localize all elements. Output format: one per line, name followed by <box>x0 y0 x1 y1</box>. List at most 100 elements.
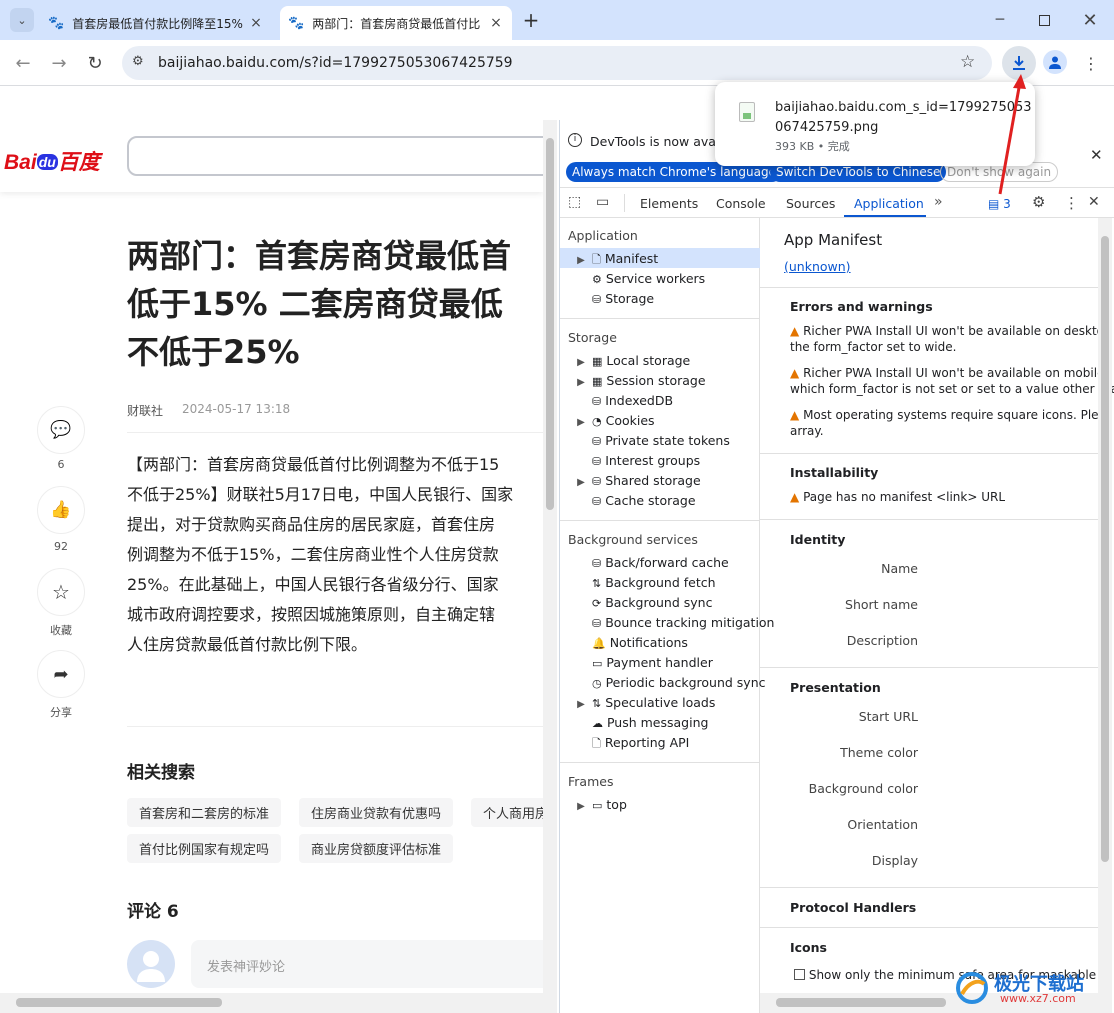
sidebar-item-label: Manifest <box>604 251 659 266</box>
sidebar-item-session-storage[interactable]: ▶ ▦ Session storage <box>574 373 705 388</box>
divider <box>560 762 760 763</box>
sidebar-item-push-messaging[interactable]: ☁ Push messaging <box>592 715 708 730</box>
page-horizontal-scrollbar[interactable] <box>0 993 557 1013</box>
scrollbar-thumb[interactable] <box>546 138 554 510</box>
arrows-icon: ⇅ <box>592 577 602 590</box>
related-chip[interactable]: 商业房贷额度评估标准 <box>299 834 454 863</box>
sidebar-item-interest-groups[interactable]: ⛁ Interest groups <box>592 453 700 468</box>
sidebar-item-storage[interactable]: ⛁ Storage <box>592 291 654 306</box>
field-name: Name <box>881 561 918 576</box>
sidebar-item-indexeddb[interactable]: ⛁ IndexedDB <box>592 393 673 408</box>
collect-button[interactable]: ☆ <box>37 568 85 616</box>
maximize-button[interactable] <box>1032 8 1056 32</box>
divider <box>760 927 1100 928</box>
close-icon[interactable]: ✕ <box>1090 146 1103 164</box>
divider <box>760 667 1100 668</box>
url-text[interactable]: baijiahao.baidu.com/s?id=179927505306742… <box>158 55 513 71</box>
sidebar-item-shared-storage[interactable]: ▶ ⛁ Shared storage <box>574 473 701 488</box>
presentation-header: Presentation <box>790 680 881 695</box>
close-window-button[interactable]: ✕ <box>1078 8 1102 32</box>
sidebar-item-notifications[interactable]: 🔔 Notifications <box>592 635 688 650</box>
bell-icon: 🔔 <box>592 637 606 650</box>
cloud-icon: ☁ <box>592 717 603 730</box>
comment-icon: 💬 <box>50 420 72 440</box>
sidebar-item-cookies[interactable]: ▶ ◔ Cookies <box>574 413 654 428</box>
field-background-color: Background color <box>808 781 918 796</box>
scrollbar-thumb[interactable] <box>16 998 222 1007</box>
more-tabs-icon[interactable]: » <box>934 194 943 210</box>
sidebar-item-payment-handler[interactable]: ▭ Payment handler <box>592 655 713 670</box>
icons-header: Icons <box>790 940 827 955</box>
sidebar-item-manifest[interactable]: ▶ 🗋 Manifest <box>574 251 658 270</box>
sidebar-item-background-fetch[interactable]: ⇅ Background fetch <box>592 575 716 590</box>
search-input[interactable] <box>127 136 543 176</box>
sidebar-item-reporting-api[interactable]: 🗋 Reporting API <box>592 735 689 754</box>
manifest-link[interactable]: (unknown) <box>784 259 851 274</box>
sidebar-item-service-workers[interactable]: ⚙ Service workers <box>592 271 705 286</box>
tab-application[interactable]: Application <box>854 196 924 211</box>
sidebar-item-periodic-sync[interactable]: ◷ Periodic background sync <box>592 675 766 690</box>
more-vertical-icon[interactable]: ⋮ <box>1064 194 1079 212</box>
minimize-icon: ─ <box>995 12 1005 28</box>
inspect-element-icon[interactable]: ⬚ <box>568 194 581 210</box>
baidu-paw-icon: 🐾 <box>288 15 305 31</box>
sidebar-item-local-storage[interactable]: ▶ ▦ Local storage <box>574 353 690 368</box>
reload-button[interactable]: ↻ <box>82 50 108 76</box>
baidu-paw-icon: 🐾 <box>48 15 65 31</box>
minimize-button[interactable]: ─ <box>988 8 1012 32</box>
triangle-right-icon: ▶ <box>577 417 585 428</box>
scrollbar-thumb[interactable] <box>776 998 946 1007</box>
comment-button[interactable]: 💬 <box>37 406 85 454</box>
triangle-right-icon: ▶ <box>577 699 585 710</box>
body-line: 例调整为不低于15%，二套住房商业性个人住房贷款 <box>127 545 499 564</box>
profile-button[interactable] <box>1043 50 1067 74</box>
related-chip[interactable]: 住房商业贷款有优惠吗 <box>299 798 454 827</box>
sidebar-item-bounce-tracking[interactable]: ⛁ Bounce tracking mitigation <box>592 615 774 630</box>
forward-button[interactable]: → <box>46 50 72 76</box>
close-icon[interactable]: × <box>248 15 264 31</box>
sidebar-item-private-state-tokens[interactable]: ⛁ Private state tokens <box>592 433 730 448</box>
checkbox[interactable] <box>794 969 805 980</box>
tab-2[interactable]: 🐾 两部门：首套房商贷最低首付比 × <box>280 6 512 40</box>
table-icon: ▦ <box>592 355 603 368</box>
sidebar-item-bfcache[interactable]: ⛁ Back/forward cache <box>592 555 729 570</box>
frame-icon: ▭ <box>592 799 603 812</box>
new-tab-button[interactable]: + <box>519 8 543 32</box>
omnibox[interactable]: ⚙ baijiahao.baidu.com/s?id=1799275053067… <box>122 46 992 80</box>
sidebar-item-background-sync[interactable]: ⟳ Background sync <box>592 595 712 610</box>
comment-input[interactable]: 发表神评妙论 <box>191 940 543 988</box>
devtools-vertical-scrollbar[interactable] <box>1098 218 1112 993</box>
baidu-logo[interactable]: Bai du百度 <box>4 146 100 176</box>
back-button[interactable]: ← <box>10 50 36 76</box>
annotation-arrow <box>998 74 1026 195</box>
sidebar-item-speculative-loads[interactable]: ▶ ⇅ Speculative loads <box>574 695 715 710</box>
page-vertical-scrollbar[interactable] <box>543 120 557 993</box>
download-bubble: baijiahao.baidu.com_s_id=1799275053 0674… <box>715 82 1035 166</box>
scrollbar-thumb[interactable] <box>1101 236 1109 862</box>
sidebar-item-frame-top[interactable]: ▶ ▭ top <box>574 797 627 812</box>
tab-1[interactable]: 🐾 首套房最低首付款比例降至15% × <box>40 6 272 40</box>
tab-elements[interactable]: Elements <box>640 196 698 211</box>
article-source[interactable]: 财联社 <box>127 402 163 419</box>
device-toolbar-icon[interactable]: ▭ <box>596 194 609 210</box>
like-button[interactable]: 👍 <box>37 486 85 534</box>
settings-gear-icon[interactable]: ⚙ <box>1032 193 1045 211</box>
menu-button[interactable]: ⋮ <box>1082 50 1100 76</box>
tab-console[interactable]: Console <box>716 196 766 211</box>
related-chip[interactable]: 首套房和二套房的标准 <box>127 798 282 827</box>
close-icon[interactable]: × <box>488 15 504 31</box>
field-short-name: Short name <box>845 597 918 612</box>
warning-text: array. <box>790 424 824 438</box>
sidebar-item-cache-storage[interactable]: ⛁ Cache storage <box>592 493 696 508</box>
related-chip[interactable]: 个人商用房 <box>471 798 543 827</box>
site-info-icon[interactable]: ⚙ <box>132 54 144 69</box>
related-chip[interactable]: 首付比例国家有规定吗 <box>127 834 282 863</box>
file-icon: 🗋 <box>592 253 601 266</box>
tab-search-button[interactable]: ⌄ <box>10 8 34 32</box>
close-devtools-icon[interactable]: ✕ <box>1088 194 1100 210</box>
bookmark-star-icon[interactable]: ☆ <box>960 52 975 72</box>
tab-sources[interactable]: Sources <box>786 196 835 211</box>
identity-header: Identity <box>790 532 846 547</box>
share-button[interactable]: ➦ <box>37 650 85 698</box>
sidebar-item-label: Service workers <box>605 271 706 286</box>
